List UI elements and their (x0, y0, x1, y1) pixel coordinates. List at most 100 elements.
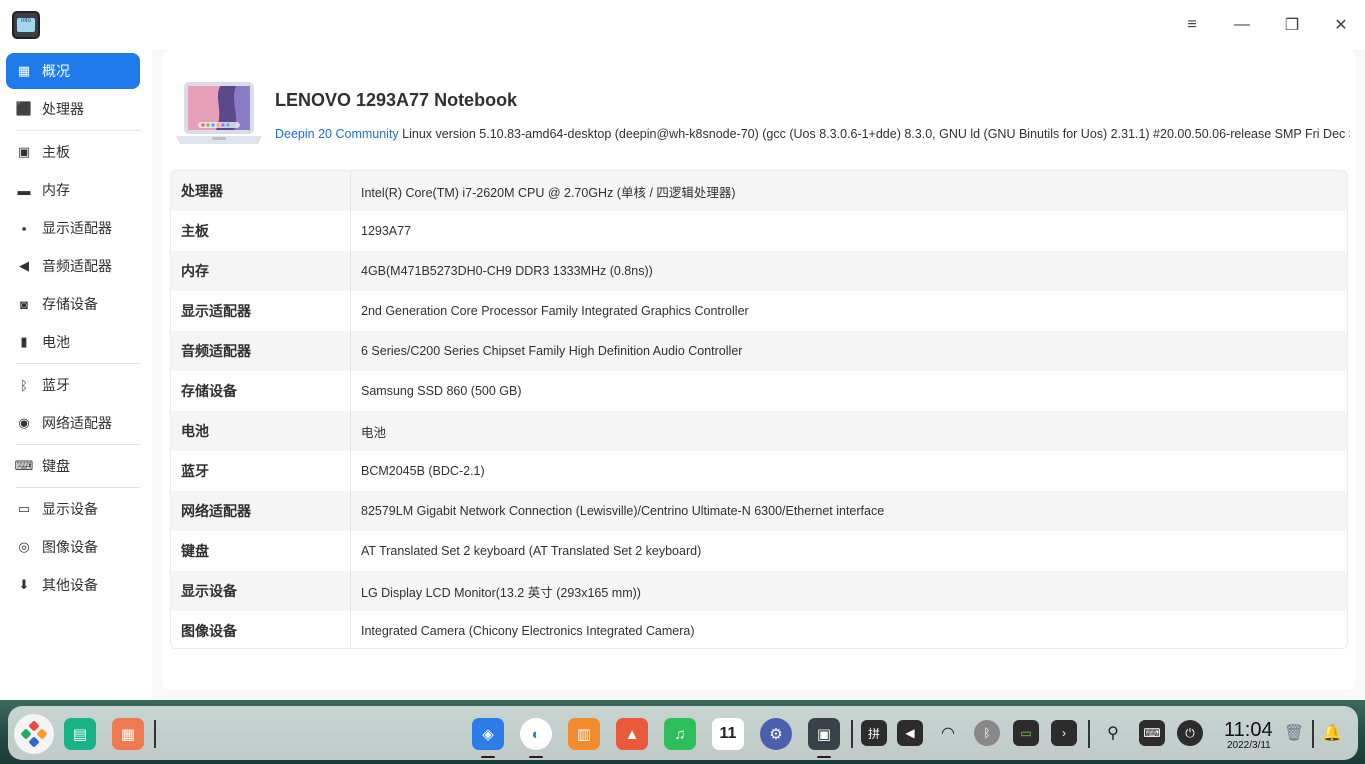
main-menu-button[interactable]: ≡ (1177, 10, 1207, 40)
sidebar-item-label: 主板 (42, 144, 70, 160)
dock-separator (1312, 720, 1314, 748)
settings-gear-icon[interactable]: ⚙ (760, 718, 792, 750)
row-key: 主板 (171, 211, 351, 251)
table-row[interactable]: 内存 4GB(M471B5273DH0-CH9 DDR3 1333MHz (0.8… (171, 251, 1347, 291)
table-row[interactable]: 存储设备 Samsung SSD 860 (500 GB) (171, 371, 1347, 411)
trash-icon[interactable]: 🗑 (1281, 720, 1307, 746)
sidebar-item-other[interactable]: ⬇ 其他设备 (6, 567, 140, 603)
motherboard-icon: ▣ (17, 144, 31, 159)
row-value: 4GB(M471B5273DH0-CH9 DDR3 1333MHz (0.8ns… (361, 264, 653, 278)
sidebar-item-cpu[interactable]: ⬛ 处理器 (6, 91, 140, 127)
store-bag-icon[interactable]: ▥ (568, 718, 600, 750)
image-viewer-icon[interactable]: ▲ (616, 718, 648, 750)
maximize-button[interactable]: ❐ (1277, 10, 1307, 40)
sidebar-item-memory[interactable]: ▬ 内存 (6, 172, 140, 208)
table-row[interactable]: 键盘 AT Translated Set 2 keyboard (AT Trans… (171, 531, 1347, 571)
sidebar-item-battery[interactable]: ▮ 电池 (6, 324, 140, 360)
sidebar-item-label: 内存 (42, 182, 70, 198)
ime-icon[interactable]: 拼 (861, 720, 887, 746)
sidebar-divider (16, 444, 140, 445)
row-key: 图像设备 (171, 611, 351, 648)
overview-panel: LENOVO 1293A77 Notebook Deepin 20 Commun… (162, 50, 1356, 690)
workspace-icon[interactable]: ▦ (112, 718, 144, 750)
wifi-icon[interactable]: ◠ (935, 720, 961, 746)
row-key: 显示设备 (171, 571, 351, 611)
row-value: Integrated Camera (Chicony Electronics I… (361, 624, 695, 638)
running-indicator (481, 756, 495, 758)
close-button[interactable]: ✕ (1326, 10, 1356, 40)
clock-date[interactable]: 2022/3/11 (1227, 740, 1271, 751)
sidebar-item-label: 处理器 (42, 101, 84, 117)
row-key: 键盘 (171, 531, 351, 571)
row-key: 显示适配器 (171, 291, 351, 331)
app-logo-icon: info (12, 11, 40, 39)
sidebar-item-bluetooth[interactable]: ᛒ 蓝牙 (6, 367, 140, 403)
row-value: LG Display LCD Monitor(13.2 英寸 (293x165 … (361, 585, 641, 600)
music-icon[interactable]: ♫ (664, 718, 696, 750)
table-row[interactable]: 主板 1293A77 (171, 211, 1347, 251)
table-row[interactable]: 图像设备 Integrated Camera (Chicony Electroni… (171, 611, 1347, 648)
chevron-right-icon[interactable]: › (1051, 720, 1077, 746)
row-value: Samsung SSD 860 (500 GB) (361, 384, 522, 398)
kernel-info: Linux version 5.10.83-amd64-desktop (dee… (398, 127, 1350, 141)
bluetooth-tray-icon[interactable]: ᛒ (974, 720, 1000, 746)
browser-icon[interactable]: ◐ (520, 718, 552, 750)
sidebar-item-audio[interactable]: ◀ 音频适配器 (6, 248, 140, 284)
row-value: 1293A77 (361, 224, 412, 238)
sidebar-divider (16, 487, 140, 488)
notification-bell-icon[interactable]: 🔔 (1319, 720, 1345, 746)
other-device-icon: ⬇ (18, 577, 30, 592)
table-row[interactable]: 网络适配器 82579LM Gigabit Network Connection … (171, 491, 1347, 531)
sidebar-item-label: 键盘 (42, 458, 70, 474)
memory-icon: ▬ (17, 182, 31, 198)
row-key: 处理器 (171, 171, 351, 211)
row-value: 82579LM Gigabit Network Connection (Lewi… (361, 504, 885, 518)
table-row[interactable]: 电池 电池 (171, 411, 1347, 451)
sidebar-item-motherboard[interactable]: ▣ 主板 (6, 134, 140, 170)
onscreen-keyboard-icon[interactable]: ⌨ (1139, 720, 1165, 746)
display-adapter-icon: ▪ (21, 220, 27, 236)
row-key: 网络适配器 (171, 491, 351, 531)
sidebar-item-storage[interactable]: ◙ 存储设备 (6, 286, 140, 322)
table-row[interactable]: 处理器 Intel(R) Core(TM) i7-2620M CPU @ 2.70… (171, 171, 1347, 211)
row-value: BCM2045B (BDC-2.1) (361, 464, 485, 478)
camera-icon: ◎ (18, 539, 30, 554)
sidebar-item-monitor[interactable]: ▭ 显示设备 (6, 491, 140, 527)
volume-icon[interactable]: ◀ (897, 720, 923, 746)
sidebar-item-label: 显示设备 (42, 501, 98, 517)
sidebar-item-label: 显示适配器 (42, 220, 112, 236)
device-manager-icon[interactable]: ▣ (808, 718, 840, 750)
row-value: 2nd Generation Core Processor Family Int… (361, 304, 749, 318)
sidebar-item-display-adapter[interactable]: ▪ 显示适配器 (6, 210, 140, 246)
search-icon[interactable]: ⚲ (1100, 720, 1126, 746)
os-info: Deepin 20 Community Linux version 5.10.8… (275, 127, 1350, 141)
clock-time[interactable]: 11:04 (1224, 719, 1273, 742)
sidebar-divider (16, 130, 140, 131)
table-row[interactable]: 显示适配器 2nd Generation Core Processor Famil… (171, 291, 1347, 331)
launcher-icon[interactable] (14, 714, 54, 754)
sidebar-item-keyboard[interactable]: ⌨ 键盘 (6, 448, 140, 484)
monitor-icon: ▭ (17, 501, 31, 516)
dock-separator (154, 720, 156, 748)
sidebar-item-label: 概况 (42, 63, 70, 79)
os-link[interactable]: Deepin 20 Community (275, 127, 399, 141)
power-icon[interactable]: ⏻ (1177, 720, 1203, 746)
sidebar-item-network[interactable]: ◉ 网络适配器 (6, 405, 140, 441)
minimize-button[interactable]: — (1227, 10, 1257, 40)
running-indicator (817, 756, 831, 758)
overview-table: 处理器 Intel(R) Core(TM) i7-2620M CPU @ 2.70… (170, 170, 1348, 649)
sidebar-item-label: 其他设备 (42, 577, 98, 593)
table-row[interactable]: 显示设备 LG Display LCD Monitor(13.2 英寸 (293x… (171, 571, 1347, 611)
app-store-icon[interactable]: ◈ (472, 718, 504, 750)
sidebar-item-camera[interactable]: ◎ 图像设备 (6, 529, 140, 565)
sidebar-item-label: 音频适配器 (42, 258, 112, 274)
dock-separator (1088, 720, 1090, 748)
multitask-view-icon[interactable]: ▤ (64, 718, 96, 750)
sidebar-item-overview[interactable]: ▦ 概况 (6, 53, 140, 89)
sidebar: ▦ 概况 ⬛ 处理器 ▣ 主板 ▬ 内存 ▪ 显示适配器 ◀ 音频适配器 ◙ 存… (0, 50, 152, 700)
running-indicator (529, 756, 543, 758)
battery-tray-icon[interactable]: ▭ (1013, 720, 1039, 746)
calendar-icon[interactable]: 11 (712, 718, 744, 750)
table-row[interactable]: 音频适配器 6 Series/C200 Series Chipset Family… (171, 331, 1347, 371)
table-row[interactable]: 蓝牙 BCM2045B (BDC-2.1) (171, 451, 1347, 491)
